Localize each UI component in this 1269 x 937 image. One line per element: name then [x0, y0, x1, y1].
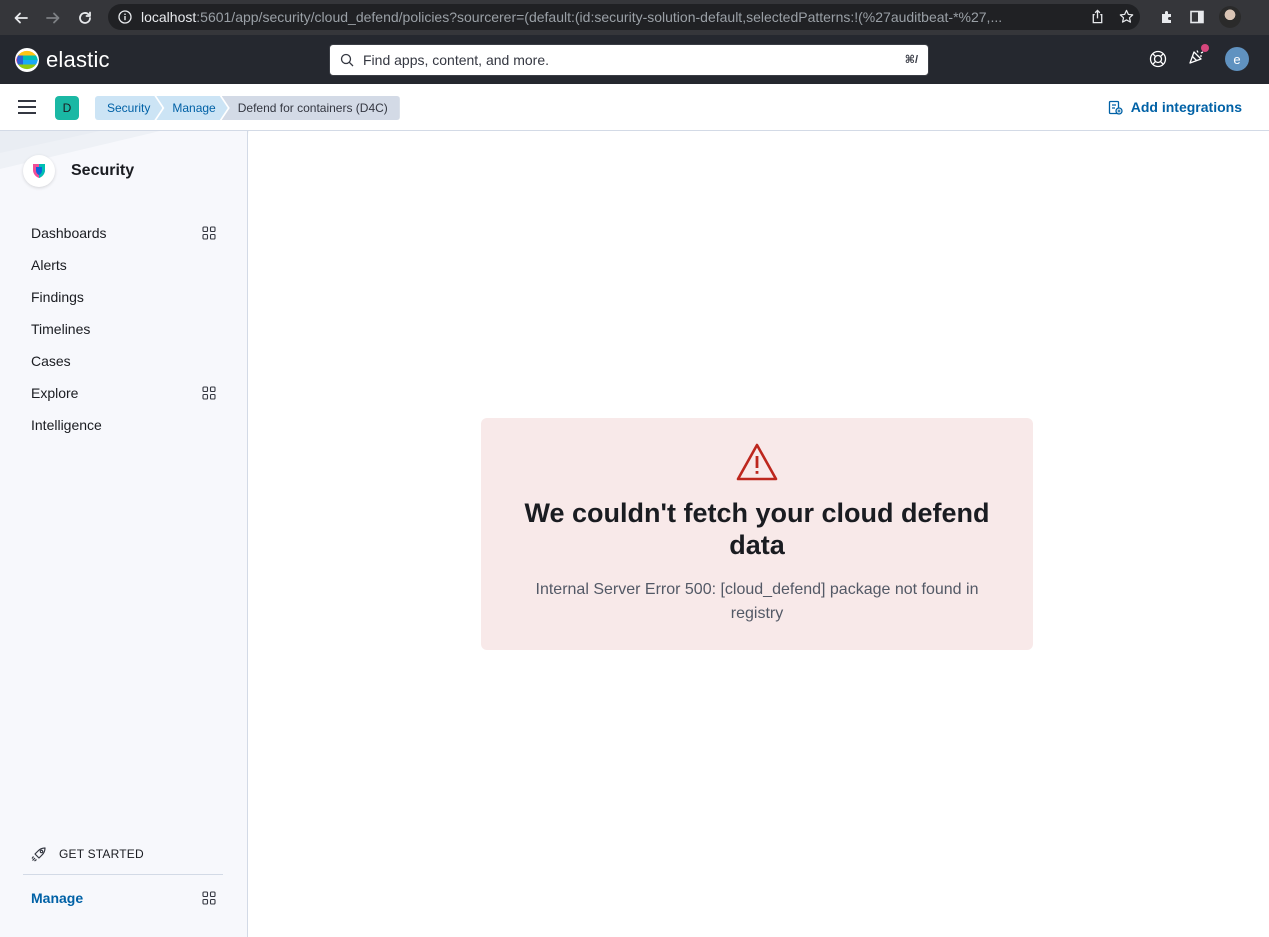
notification-dot	[1201, 43, 1209, 52]
elastic-logo[interactable]: elastic	[14, 47, 110, 73]
get-started-link[interactable]: GET STARTED	[31, 846, 144, 862]
url-text: localhost:5601/app/security/cloud_defend…	[141, 9, 1076, 25]
global-search[interactable]: ⌘/	[329, 44, 929, 76]
side-panel-icon[interactable]	[1189, 9, 1205, 25]
logo-text: elastic	[46, 47, 110, 72]
sidebar-item-label: Cases	[31, 353, 71, 369]
bookmark-star-icon[interactable]	[1119, 9, 1134, 24]
error-message: Internal Server Error 500: [cloud_defend…	[535, 581, 979, 622]
apps-grid-icon[interactable]	[202, 891, 216, 905]
sub-header: D Security Manage Defend for containers …	[0, 84, 1269, 131]
sidebar-item-label: Dashboards	[31, 225, 107, 241]
get-started-label: GET STARTED	[59, 847, 144, 861]
error-panel: We couldn't fetch your cloud defend data…	[481, 418, 1033, 650]
reload-icon[interactable]	[74, 7, 96, 29]
site-info-icon[interactable]	[118, 10, 132, 24]
sidebar-item-manage[interactable]: Manage	[31, 890, 216, 906]
hamburger-menu-icon[interactable]	[18, 100, 36, 114]
security-app-icon	[33, 164, 45, 178]
user-avatar[interactable]: e	[1225, 47, 1249, 71]
main-content: We couldn't fetch your cloud defend data…	[249, 131, 1269, 937]
sidebar-item-timelines[interactable]: Timelines	[31, 313, 216, 345]
search-icon	[340, 53, 354, 67]
integrations-icon	[1108, 100, 1123, 115]
back-icon[interactable]	[10, 7, 32, 29]
breadcrumb: Security Manage Defend for containers (D…	[95, 96, 400, 120]
rocket-icon	[31, 847, 46, 862]
sidebar-item-intelligence[interactable]: Intelligence	[31, 409, 216, 441]
sidebar-item-label: Explore	[31, 385, 79, 401]
breadcrumb-manage[interactable]: Manage	[156, 96, 227, 120]
apps-grid-icon[interactable]	[202, 386, 216, 400]
sidebar-item-dashboards[interactable]: Dashboards	[31, 217, 216, 249]
space-selector[interactable]: D	[55, 96, 79, 120]
sidebar-item-alerts[interactable]: Alerts	[31, 249, 216, 281]
elastic-logo-icon	[15, 48, 39, 72]
add-integrations-label: Add integrations	[1130, 99, 1242, 115]
breadcrumb-current: Defend for containers (D4C)	[221, 96, 400, 120]
apps-grid-icon[interactable]	[202, 226, 216, 240]
warning-icon	[736, 443, 778, 481]
sidebar-item-cases[interactable]: Cases	[31, 345, 216, 377]
sidebar-nav: Dashboards Alerts Findings Timelines Cas…	[31, 217, 216, 441]
share-icon[interactable]	[1090, 9, 1105, 24]
sidebar-item-label: Findings	[31, 289, 84, 305]
breadcrumb-security[interactable]: Security	[95, 96, 162, 120]
extensions-icon[interactable]	[1159, 9, 1175, 25]
url-host: localhost	[141, 9, 197, 25]
help-icon[interactable]	[1149, 50, 1167, 68]
sidebar-item-label: Timelines	[31, 321, 91, 337]
security-sidebar: Security Dashboards Alerts Findings Time…	[0, 131, 248, 937]
address-bar[interactable]: localhost:5601/app/security/cloud_defend…	[108, 4, 1140, 30]
sidebar-item-findings[interactable]: Findings	[31, 281, 216, 313]
search-shortcut-hint: ⌘/	[904, 54, 918, 66]
sidebar-item-label: Intelligence	[31, 417, 102, 433]
sidebar-title: Security	[71, 162, 135, 179]
sidebar-divider	[23, 874, 223, 875]
add-integrations-button[interactable]: Add integrations	[1108, 99, 1242, 115]
url-path: :5601/app/security/cloud_defend/policies…	[196, 9, 1003, 25]
search-input[interactable]	[363, 52, 883, 68]
forward-icon[interactable]	[42, 7, 64, 29]
browser-toolbar: localhost:5601/app/security/cloud_defend…	[0, 0, 1269, 35]
browser-profile-avatar[interactable]	[1219, 6, 1241, 28]
security-logo	[23, 155, 55, 187]
kibana-header: elastic ⌘/ e	[0, 35, 1269, 84]
error-title: We couldn't fetch your cloud defend data	[524, 498, 990, 560]
newsfeed-button[interactable]	[1187, 43, 1209, 71]
sidebar-item-label: Manage	[31, 890, 84, 906]
sidebar-item-label: Alerts	[31, 257, 67, 273]
sidebar-item-explore[interactable]: Explore	[31, 377, 216, 409]
